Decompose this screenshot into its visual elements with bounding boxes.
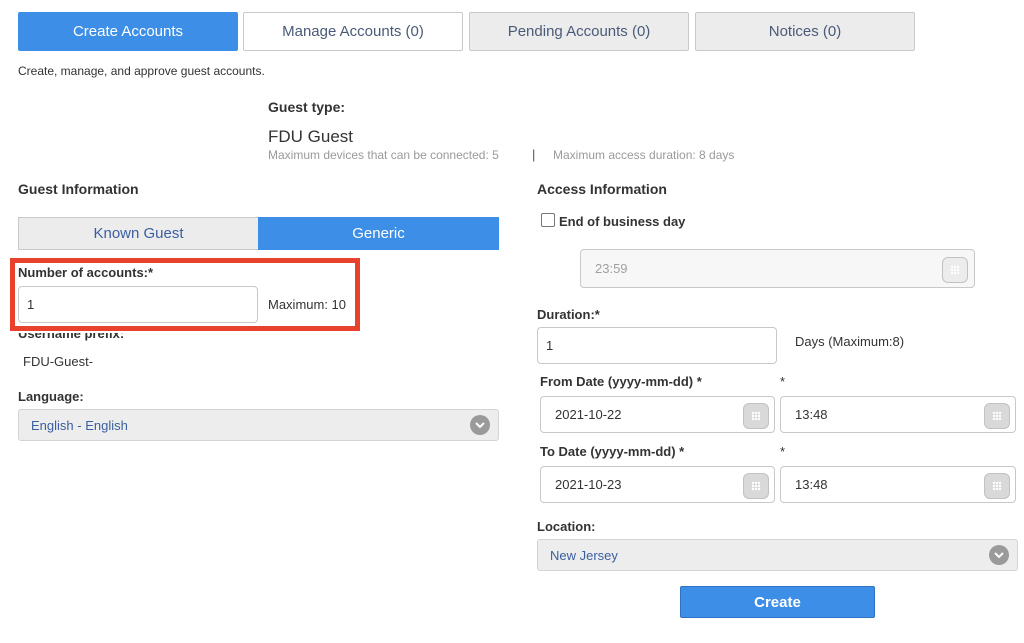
from-time-input[interactable]: 13:48 (780, 396, 1016, 433)
from-time-value: 13:48 (795, 407, 828, 422)
end-of-day-label: End of business day (559, 214, 686, 229)
known-guest-toggle[interactable]: Known Guest (18, 217, 259, 250)
highlight-box (10, 258, 360, 331)
tab-manage-accounts[interactable]: Manage Accounts (0) (243, 12, 463, 51)
max-devices-text: Maximum devices that can be connected: 5 (268, 148, 499, 162)
guest-type-name: FDU Guest (268, 127, 354, 146)
language-label: Language: (18, 389, 84, 404)
from-date-input[interactable]: 2021-10-22 (540, 396, 775, 433)
guest-information-heading: Guest Information (18, 181, 139, 197)
from-date-label: From Date (yyyy-mm-dd) * (540, 374, 702, 389)
end-of-day-checkbox[interactable] (541, 213, 555, 227)
tab-create-accounts[interactable]: Create Accounts (18, 12, 238, 51)
to-time-value: 13:48 (795, 477, 828, 492)
to-time-input[interactable]: 13:48 (780, 466, 1016, 503)
tab-notices[interactable]: Notices (0) (695, 12, 915, 51)
duration-label: Duration:* (537, 307, 600, 322)
from-time-label: * (780, 374, 786, 389)
max-duration-text: Maximum access duration: 8 days (553, 148, 735, 162)
clock-icon[interactable] (984, 473, 1010, 499)
to-date-value: 2021-10-23 (555, 477, 622, 492)
location-select[interactable]: New Jersey (537, 539, 1018, 571)
create-button[interactable]: Create (680, 586, 875, 618)
tab-pending-accounts[interactable]: Pending Accounts (0) (469, 12, 689, 51)
guest-type-heading: Guest type: (268, 99, 346, 115)
duration-hint: Days (Maximum:8) (795, 334, 905, 349)
chevron-down-icon (989, 545, 1009, 565)
clock-icon[interactable] (984, 403, 1010, 429)
separator: | (532, 147, 536, 162)
language-select[interactable]: English - English (18, 409, 499, 441)
end-of-day-time-value: 23:59 (595, 261, 628, 276)
chevron-down-icon (470, 415, 490, 435)
calendar-icon[interactable] (743, 403, 769, 429)
from-date-value: 2021-10-22 (555, 407, 622, 422)
language-value: English - English (31, 417, 128, 433)
username-prefix-value: FDU-Guest- (23, 354, 94, 369)
page-description: Create, manage, and approve guest accoun… (18, 64, 265, 78)
calendar-icon[interactable] (743, 473, 769, 499)
to-date-input[interactable]: 2021-10-23 (540, 466, 775, 503)
access-information-heading: Access Information (537, 181, 667, 197)
to-time-label: * (780, 444, 786, 459)
to-date-label: To Date (yyyy-mm-dd) * (540, 444, 685, 459)
location-value: New Jersey (550, 547, 618, 563)
clock-icon (942, 257, 968, 283)
location-label: Location: (537, 519, 596, 534)
generic-toggle[interactable]: Generic (258, 217, 499, 250)
duration-input[interactable]: 1 (537, 327, 777, 364)
end-of-day-time-input: 23:59 (580, 249, 975, 288)
